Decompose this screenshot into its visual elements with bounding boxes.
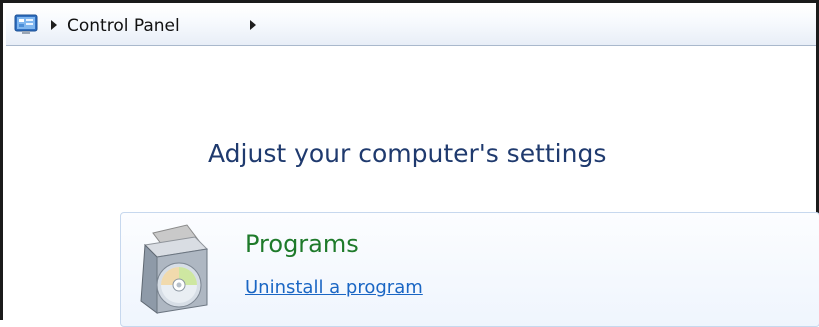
page-heading: Adjust your computer's settings [208,139,607,168]
uninstall-program-link[interactable]: Uninstall a program [245,276,423,300]
address-bar[interactable]: Control Panel [6,6,816,46]
programs-box-icon[interactable] [135,223,213,315]
control-panel-window: Control Panel Adjust your computer's set… [0,0,819,327]
control-panel-icon[interactable] [14,14,38,35]
category-title-programs[interactable]: Programs [245,229,359,259]
breadcrumb-control-panel[interactable]: Control Panel [67,15,180,37]
chevron-right-icon[interactable] [51,20,57,30]
category-panel-programs [120,212,819,327]
chevron-right-icon[interactable] [250,20,256,30]
